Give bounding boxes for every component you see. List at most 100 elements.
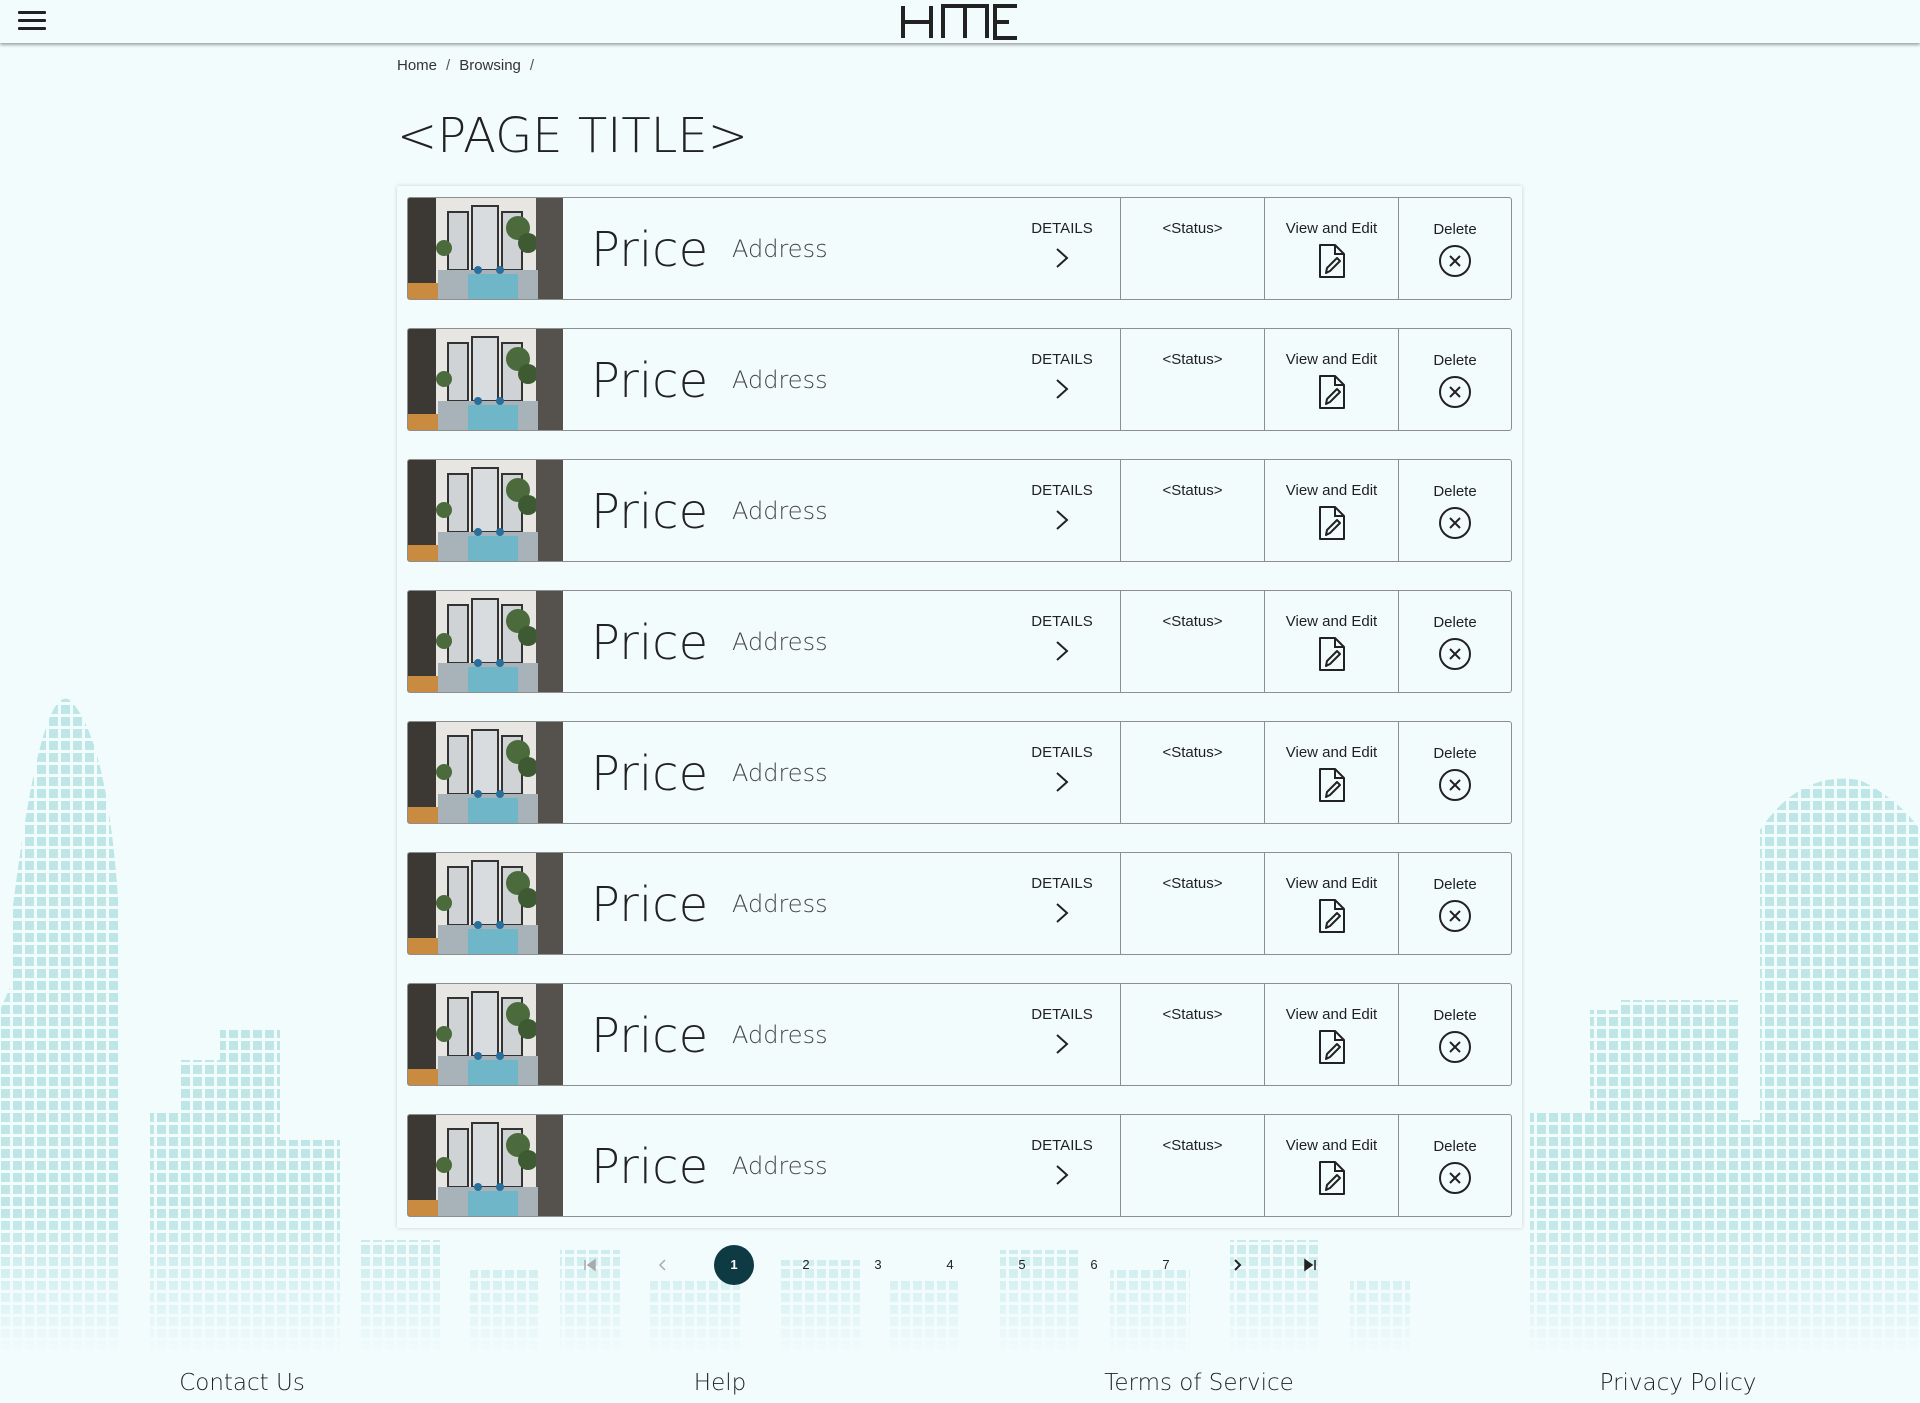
listing-address: Address — [732, 628, 828, 656]
footer-help-link[interactable]: Help — [694, 1370, 746, 1396]
status-text: <Status> — [1162, 1006, 1223, 1023]
details-link[interactable]: DETAILS — [1017, 875, 1107, 924]
listing-address: Address — [732, 759, 828, 787]
listing-photo[interactable] — [408, 460, 563, 561]
delete-button[interactable]: Delete — [1399, 460, 1511, 561]
listing-photo[interactable] — [408, 984, 563, 1085]
delete-button[interactable]: Delete — [1399, 329, 1511, 430]
details-label: DETAILS — [1031, 744, 1093, 761]
listing-photo[interactable] — [408, 722, 563, 823]
footer-contact-us-link[interactable]: Contact Us — [179, 1370, 305, 1396]
site-logo[interactable] — [895, 0, 1025, 40]
details-label: DETAILS — [1031, 220, 1093, 237]
listing-price: Price — [591, 746, 709, 802]
view-edit-label: View and Edit — [1285, 744, 1378, 761]
edit-document-icon — [1318, 637, 1345, 671]
view-edit-label: View and Edit — [1285, 613, 1378, 630]
delete-label: Delete — [1433, 352, 1477, 369]
listing-summary: Price Address DETAILS — [563, 591, 1121, 692]
listing-price: Price — [591, 1008, 709, 1064]
details-link[interactable]: DETAILS — [1017, 1137, 1107, 1186]
page-button-7[interactable]: 7 — [1146, 1245, 1186, 1285]
listing-photo[interactable] — [408, 329, 563, 430]
breadcrumb-separator: / — [446, 57, 451, 74]
breadcrumb-browsing[interactable]: Browsing — [459, 57, 521, 74]
page-button-4[interactable]: 4 — [930, 1245, 970, 1285]
chevron-right-icon — [1056, 379, 1069, 399]
view-edit-button[interactable]: View and Edit — [1265, 722, 1399, 823]
listing-status: <Status> — [1121, 1115, 1265, 1216]
delete-button[interactable]: Delete — [1399, 853, 1511, 954]
view-edit-label: View and Edit — [1285, 482, 1378, 499]
view-edit-label: View and Edit — [1285, 1006, 1378, 1023]
listing-photo[interactable] — [408, 591, 563, 692]
pagination: 1234567 — [570, 1245, 1350, 1285]
delete-button[interactable]: Delete — [1399, 984, 1511, 1085]
close-circle-icon — [1439, 1162, 1471, 1194]
view-edit-button[interactable]: View and Edit — [1265, 460, 1399, 561]
listing-address: Address — [732, 1152, 828, 1180]
delete-button[interactable]: Delete — [1399, 591, 1511, 692]
listing-status: <Status> — [1121, 591, 1265, 692]
close-circle-icon — [1439, 900, 1471, 932]
details-link[interactable]: DETAILS — [1017, 744, 1107, 793]
hamburger-menu-icon[interactable] — [18, 11, 46, 33]
page-button-5[interactable]: 5 — [1002, 1245, 1042, 1285]
listing-status: <Status> — [1121, 460, 1265, 561]
page-button-1[interactable]: 1 — [714, 1245, 754, 1285]
listing-summary: Price Address DETAILS — [563, 460, 1121, 561]
footer-privacy-link[interactable]: Privacy Policy — [1600, 1370, 1757, 1396]
details-link[interactable]: DETAILS — [1017, 220, 1107, 269]
view-edit-button[interactable]: View and Edit — [1265, 853, 1399, 954]
edit-document-icon — [1318, 375, 1345, 409]
details-label: DETAILS — [1031, 613, 1093, 630]
delete-button[interactable]: Delete — [1399, 198, 1511, 299]
delete-label: Delete — [1433, 221, 1477, 238]
page-button-6[interactable]: 6 — [1074, 1245, 1114, 1285]
listings-panel: Price Address DETAILS <Status> View and … — [397, 186, 1522, 1228]
breadcrumb-home[interactable]: Home — [397, 57, 437, 74]
details-link[interactable]: DETAILS — [1017, 1006, 1107, 1055]
close-circle-icon — [1439, 769, 1471, 801]
delete-label: Delete — [1433, 614, 1477, 631]
details-link[interactable]: DETAILS — [1017, 482, 1107, 531]
delete-label: Delete — [1433, 1007, 1477, 1024]
top-navbar — [0, 0, 1920, 43]
listing-photo[interactable] — [408, 1115, 563, 1216]
last-page-icon[interactable] — [1290, 1245, 1330, 1285]
edit-document-icon — [1318, 506, 1345, 540]
listing-summary: Price Address DETAILS — [563, 329, 1121, 430]
view-edit-button[interactable]: View and Edit — [1265, 198, 1399, 299]
previous-page-icon[interactable] — [642, 1245, 682, 1285]
view-edit-button[interactable]: View and Edit — [1265, 329, 1399, 430]
chevron-right-icon — [1056, 772, 1069, 792]
close-circle-icon — [1439, 1031, 1471, 1063]
close-circle-icon — [1439, 376, 1471, 408]
listing-row: Price Address DETAILS <Status> View and … — [407, 590, 1512, 693]
page-button-3[interactable]: 3 — [858, 1245, 898, 1285]
listing-status: <Status> — [1121, 984, 1265, 1085]
delete-button[interactable]: Delete — [1399, 1115, 1511, 1216]
view-edit-button[interactable]: View and Edit — [1265, 984, 1399, 1085]
listing-address: Address — [732, 890, 828, 918]
listing-row: Price Address DETAILS <Status> View and … — [407, 852, 1512, 955]
listing-price: Price — [591, 484, 709, 540]
delete-button[interactable]: Delete — [1399, 722, 1511, 823]
first-page-icon[interactable] — [570, 1245, 610, 1285]
delete-label: Delete — [1433, 483, 1477, 500]
view-edit-button[interactable]: View and Edit — [1265, 591, 1399, 692]
edit-document-icon — [1318, 1030, 1345, 1064]
details-link[interactable]: DETAILS — [1017, 613, 1107, 662]
view-edit-button[interactable]: View and Edit — [1265, 1115, 1399, 1216]
footer-terms-link[interactable]: Terms of Service — [1104, 1370, 1294, 1396]
view-edit-label: View and Edit — [1285, 351, 1378, 368]
chevron-right-icon — [1056, 510, 1069, 530]
listing-photo[interactable] — [408, 853, 563, 954]
page-button-2[interactable]: 2 — [786, 1245, 826, 1285]
details-link[interactable]: DETAILS — [1017, 351, 1107, 400]
delete-label: Delete — [1433, 1138, 1477, 1155]
status-text: <Status> — [1162, 744, 1223, 761]
next-page-icon[interactable] — [1218, 1245, 1258, 1285]
listing-summary: Price Address DETAILS — [563, 722, 1121, 823]
listing-photo[interactable] — [408, 198, 563, 299]
